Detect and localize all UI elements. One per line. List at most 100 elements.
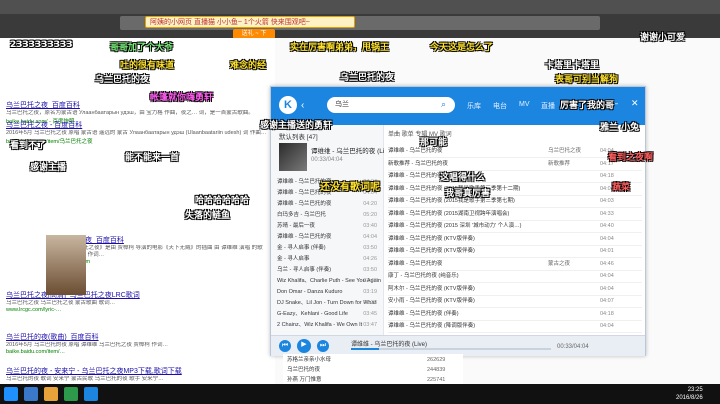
song-result-name: 谭维维 - 乌兰巴托的夜 (KTV版伴奏) xyxy=(388,248,475,254)
song-result-row[interactable]: 阿木尔 - 乌兰巴托的夜 (KTV版伴奏) 04:04 xyxy=(388,283,642,296)
playlist-row[interactable]: 谭维维 - 乌兰巴托的夜 04:04 xyxy=(277,188,381,198)
song-result-duration: 04:04 xyxy=(600,148,614,154)
playlist-song-name: G-Eazy、Kehlani - Good Life xyxy=(277,311,348,317)
music-taskbar-icon[interactable] xyxy=(84,387,98,401)
playlist-song-name: 2 Chainz、Wiz Khalifa - We Own It xyxy=(277,322,363,328)
song-result-row[interactable]: 谭维维 - 乌兰巴托的夜 (KTV版伴奏) 04:01 xyxy=(388,245,642,258)
song-result-name: 谭维维 - 乌兰巴托的夜 (2015 深圳 '城市动力' 个人演…) xyxy=(388,223,522,229)
playlist-song-name: 谭维维 - 乌兰巴托的夜 xyxy=(277,179,332,185)
song-result-row[interactable]: 谭维维 - 乌兰巴托的夜 (2015我是歌手第三季第七期) 04:03 xyxy=(388,195,642,208)
playlist-song-name: 金 - 寻人启事 xyxy=(277,256,310,262)
song-result-row[interactable]: 谭维维 - 乌兰巴托的夜 (2015我是歌手第三季第十二期) 04:04 xyxy=(388,183,642,196)
live-banner[interactable]: 阿姨的小网页 直播猫 小小鱼~ 1个火箭 快来围观吧~ xyxy=(145,16,355,28)
tab-live[interactable]: 直播 xyxy=(541,101,555,111)
system-clock[interactable]: 23:25 2016/8/26 xyxy=(676,386,703,402)
song-result-duration: 04:46 xyxy=(600,260,614,267)
search-result-title[interactable]: 乌兰巴托之夜 - 百度百科 xyxy=(6,120,268,130)
search-result-title[interactable]: 乌兰巴托的夜 - 安来宁 - 乌兰巴托之夜MP3下载,歌词下载 xyxy=(6,366,268,376)
song-result-duration: 04:40 xyxy=(600,223,614,229)
song-result-row[interactable]: 谭维维 - 乌兰巴托的夜 (2015 深圳 '城市动力' 个人演…) 04:40 xyxy=(388,220,642,233)
song-result-row[interactable]: 谭维维 - 乌兰巴托的夜 (KTV版伴奏) 04:04 xyxy=(388,233,642,246)
song-result-row[interactable]: 康丁 - 乌兰巴托的夜 (纯音乐) 04:04 xyxy=(388,270,642,283)
song-result-row[interactable]: 谭维维 - 乌兰巴托的夜 (降调版伴奏) 04:04 xyxy=(388,320,642,333)
song-result-name: 安小雨 - 乌兰巴托的夜 (KTV版伴奏) xyxy=(388,298,475,304)
search-result-url[interactable]: www.lrcgc.com/lyric-… xyxy=(6,307,268,313)
result-thumbnail[interactable] xyxy=(46,235,86,295)
play-icon[interactable]: ▶ xyxy=(297,339,311,353)
minimize-icon[interactable]: – xyxy=(613,98,618,108)
playlist-row[interactable]: Don Omar - Danza Kuduro 03:19 xyxy=(277,287,381,297)
song-result-name: 康丁 - 乌兰巴托的夜 (纯音乐) xyxy=(388,273,459,279)
search-icon[interactable]: ⌕ xyxy=(441,99,446,110)
song-result-row[interactable]: 谭维维 - 乌兰巴托的夜 (2015湖南卫视跨年演唱会) 04:33 xyxy=(388,208,642,221)
playlist-song-name: 金 - 寻人启事 (伴奏) xyxy=(277,245,326,251)
playlist-row[interactable]: Wiz Khalifa、Charlie Puth - See You Again… xyxy=(277,276,381,286)
song-result-row[interactable]: 谭维维 - 乌兰巴托的夜 乌兰巴托之夜 04:04 xyxy=(388,145,642,158)
song-result-row[interactable]: 谭维维 - 乌兰巴托的夜 蒙古之夜 04:46 xyxy=(388,258,642,271)
tab-radio[interactable]: 电台 xyxy=(493,101,507,111)
background-list-count: 244839 xyxy=(427,367,446,373)
playlist-song-name: 白玛多吉 - 乌兰巴托 xyxy=(277,212,326,218)
clock-time: 23:25 xyxy=(687,387,703,393)
playlist-row[interactable]: 谭维维 - 乌兰巴托的夜 04:04 xyxy=(277,177,381,187)
song-result-name: 谭维维 - 乌兰巴托的夜 (2015我是歌手第三季第七期) xyxy=(388,198,515,204)
app-taskbar-icon[interactable] xyxy=(64,387,78,401)
back-arrow-icon[interactable]: ‹ xyxy=(301,100,304,111)
search-result-title[interactable]: 乌兰巴托的夜(歌曲)_百度百科 xyxy=(6,332,268,342)
previous-icon[interactable]: ⏮ xyxy=(279,340,291,352)
song-result-row[interactable]: 谭维维 - 乌兰巴托的夜 04:18 xyxy=(388,170,642,183)
folder-taskbar-icon[interactable] xyxy=(44,387,58,401)
playlist-row[interactable]: 谭维维 - 乌兰巴托的夜 04:04 xyxy=(277,232,381,242)
search-result-snippet: 乌兰巴托之夜 乌兰巴托之夜 蒙古歌曲 歌词… xyxy=(6,300,116,306)
playlist-song-name: 谭维维 - 乌兰巴托的夜 xyxy=(277,201,332,207)
album-cover[interactable] xyxy=(279,143,307,171)
playlist-row[interactable]: 白玛多吉 - 乌兰巴托 05:20 xyxy=(277,210,381,220)
playback-song-title: 谭维维 - 乌兰巴托的夜 (Live) xyxy=(351,342,428,348)
playlist-title[interactable]: 默认列表 [47] xyxy=(279,131,318,141)
playlist-row[interactable]: 苏晴 - 最后一夜 03:40 xyxy=(277,221,381,231)
player-search-input[interactable]: 乌兰 xyxy=(327,97,455,113)
song-result-duration: 04:18 xyxy=(600,310,614,317)
tab-mv[interactable]: MV xyxy=(519,101,530,108)
start-icon[interactable] xyxy=(4,387,18,401)
song-result-duration: 04:04 xyxy=(600,285,614,292)
next-icon[interactable]: ⏭ xyxy=(317,340,329,352)
background-list-row[interactable]: 苏格兰亲亲小水母 262629 xyxy=(287,355,463,365)
player-logo[interactable]: K xyxy=(279,96,297,114)
search-result-url[interactable]: baike.baidu.com/item/… xyxy=(6,349,268,355)
browser-taskbar-icon[interactable] xyxy=(24,387,38,401)
playlist-row[interactable]: 乌兰 - 寻人启事 (伴奏) 03:50 xyxy=(277,265,381,275)
search-result: 乌兰巴托之夜 - 百度百科 2016年5月 乌兰巴托之夜 原唱 蒙古语 遥远的 蒙… xyxy=(6,120,268,145)
playlist-row[interactable]: 谭维维 - 乌兰巴托的夜 04:20 xyxy=(277,199,381,209)
playlist-row[interactable]: DJ Snake、Lil Jon - Turn Down for What 03:… xyxy=(277,298,381,308)
tab-library[interactable]: 乐库 xyxy=(467,101,481,111)
song-result-duration: 04:07 xyxy=(600,298,614,304)
playlist-song-name: DJ Snake、Lil Jon - Turn Down for What xyxy=(277,300,377,306)
result-tabs[interactable]: 单曲 歌单 专辑 MV 歌词 xyxy=(388,129,642,141)
browser-tab-bar[interactable] xyxy=(0,0,720,14)
progress-bar[interactable] xyxy=(351,348,551,350)
playlist-row[interactable]: G-Eazy、Kehlani - Good Life 03:45 xyxy=(277,309,381,319)
playlist-song-duration: 04:04 xyxy=(363,179,377,185)
playlist-row[interactable]: 金 - 寻人启事 04:26 xyxy=(277,254,381,264)
song-result-row[interactable]: 安小雨 - 乌兰巴托的夜 (KTV版伴奏) 04:07 xyxy=(388,295,642,308)
playlist-row[interactable]: 金 - 寻人启事 (伴奏) 03:50 xyxy=(277,243,381,253)
playlist-song-duration: 03:40 xyxy=(363,223,377,229)
song-result-duration: 04:04 xyxy=(600,185,614,192)
playlist-row[interactable]: 2 Chainz、Wiz Khalifa - We Own It 03:47 xyxy=(277,320,381,330)
song-result-name: 谭维维 - 乌兰巴托的夜 xyxy=(388,173,443,179)
song-result-row[interactable]: 新歌推荐 - 乌兰巴托的夜 新歌推荐 04:17 xyxy=(388,158,642,171)
now-playing-title: 谭维维 - 乌兰巴托的夜 (Live) xyxy=(311,148,394,155)
background-list-row[interactable]: 乌兰巴托的夜 244839 xyxy=(287,365,463,375)
close-icon[interactable]: ✕ xyxy=(631,98,639,109)
song-result-album: 新歌推荐 xyxy=(548,160,571,167)
song-result-name: 谭维维 - 乌兰巴托的夜 (2015湖南卫视跨年演唱会) xyxy=(388,210,510,217)
song-result-name: 谭维维 - 乌兰巴托的夜 (降调版伴奏) xyxy=(388,323,476,329)
search-result-title[interactable]: 乌兰巴托之夜_百度百科 xyxy=(6,100,268,110)
search-result-url[interactable]: baike.baidu.com/item/乌兰巴托之夜 xyxy=(6,137,268,145)
song-result-row[interactable]: 谭维维 - 乌兰巴托的夜 (伴奏) 04:18 xyxy=(388,308,642,321)
clock-date: 2016/8/26 xyxy=(676,395,703,401)
playlist-song-duration: 04:04 xyxy=(363,190,377,196)
playlist-song-duration: 03:50 xyxy=(363,245,377,251)
music-player-window: K ‹ 乌兰 ⌕ 乐库 电台 MV 直播 – ✕ 默认列表 [47] 谭维维 -… xyxy=(270,86,646,356)
